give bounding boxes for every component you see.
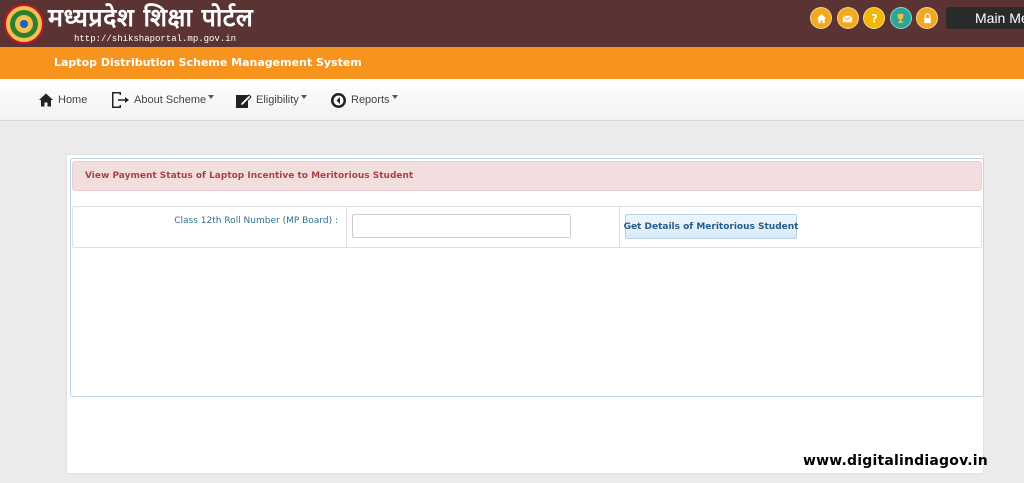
cell-divider	[346, 207, 347, 247]
system-title-bar: Laptop Distribution Scheme Management Sy…	[0, 47, 1024, 79]
help-icon[interactable]: ?	[863, 7, 885, 29]
nav-item-label: Eligibility	[256, 94, 299, 106]
main-nav: Home About Scheme Eligibility Reports	[0, 79, 1024, 121]
cell-divider	[619, 207, 620, 247]
portal-header: मध्यप्रदेश शिक्षा पोर्टल http://shikshap…	[0, 0, 1024, 47]
mp-emblem-icon[interactable]	[4, 4, 44, 44]
nav-item-label: Reports	[351, 94, 390, 106]
mail-icon[interactable]	[836, 7, 859, 29]
header-quick-icons: ?	[810, 7, 943, 31]
form-container	[70, 158, 984, 397]
nav-item-eligibility[interactable]: Eligibility	[235, 88, 307, 112]
home-icon[interactable]	[810, 7, 832, 29]
form-heading-alert: View Payment Status of Laptop Incentive …	[72, 161, 982, 191]
nav-item-home[interactable]: Home	[38, 88, 87, 112]
roll-number-input[interactable]	[352, 214, 571, 238]
home-icon	[39, 93, 53, 107]
roll-number-row: Class 12th Roll Number (MP Board) : Get …	[72, 206, 982, 248]
chevron-down-icon	[391, 95, 398, 99]
site-watermark: www.digitalindiagov.in	[803, 453, 988, 469]
portal-title[interactable]: मध्यप्रदेश शिक्षा पोर्टल	[48, 3, 253, 33]
system-title: Laptop Distribution Scheme Management Sy…	[54, 56, 362, 69]
lock-icon[interactable]	[916, 7, 938, 29]
form-heading: View Payment Status of Laptop Incentive …	[85, 171, 414, 181]
nav-item-label: About Scheme	[134, 94, 207, 106]
nav-item-about-scheme[interactable]: About Scheme	[110, 88, 215, 112]
document-export-icon	[112, 92, 129, 108]
nav-item-label: Home	[58, 94, 88, 106]
roll-number-label: Class 12th Roll Number (MP Board) :	[174, 216, 338, 226]
report-icon	[331, 92, 346, 108]
main-menu-button[interactable]: Main Me	[946, 7, 1024, 29]
chevron-down-icon	[300, 95, 307, 99]
chevron-down-icon	[208, 95, 215, 99]
get-details-button[interactable]: Get Details of Meritorious Student	[624, 214, 798, 239]
nav-item-reports[interactable]: Reports	[330, 88, 398, 112]
svg-text:?: ?	[871, 12, 877, 24]
edit-icon	[236, 93, 252, 108]
trophy-icon[interactable]	[889, 7, 912, 29]
portal-url: http://shikshaportal.mp.gov.in	[74, 34, 237, 44]
